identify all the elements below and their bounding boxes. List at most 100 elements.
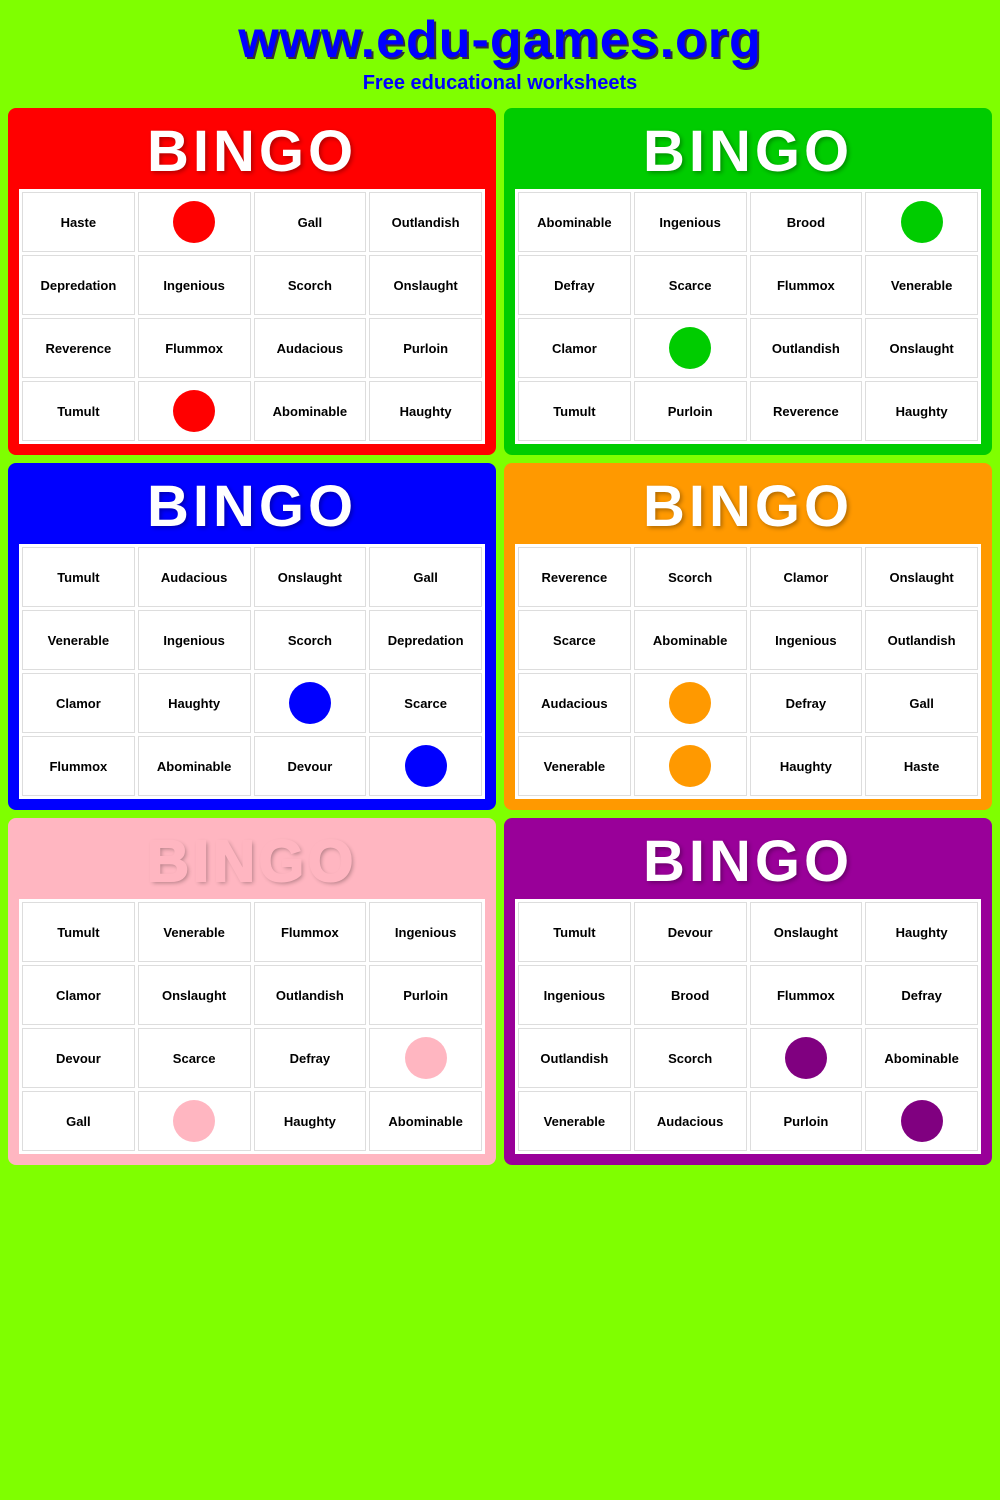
bingo-cell-3-12: Scarce xyxy=(369,673,482,733)
bingo-cell-1-7: Scorch xyxy=(254,255,367,315)
circle-5-14 xyxy=(173,1100,215,1142)
site-url: www.edu-games.org xyxy=(0,10,1000,70)
bingo-title-6: BINGO xyxy=(515,829,981,895)
bingo-cell-4-13: Venerable xyxy=(518,736,631,796)
bingo-cell-4-7: Ingenious xyxy=(750,610,863,670)
bingo-cell-2-7: Flummox xyxy=(750,255,863,315)
circle-3-11 xyxy=(289,682,331,724)
bingo-cell-2-12: Onslaught xyxy=(865,318,978,378)
bingo-cell-1-6: Ingenious xyxy=(138,255,251,315)
bingo-cell-3-3: Onslaught xyxy=(254,547,367,607)
circle-5-12 xyxy=(405,1037,447,1079)
bingo-grid-4: ReverenceScorchClamorOnslaughtScarceAbom… xyxy=(515,544,981,799)
bingo-cell-3-6: Ingenious xyxy=(138,610,251,670)
bingo-cell-2-8: Venerable xyxy=(865,255,978,315)
bingo-cell-4-9: Audacious xyxy=(518,673,631,733)
bingo-cell-5-2: Venerable xyxy=(138,902,251,962)
bingo-cell-1-12: Purloin xyxy=(369,318,482,378)
bingo-cell-1-11: Audacious xyxy=(254,318,367,378)
header: www.edu-games.org Free educational works… xyxy=(0,0,1000,100)
bingo-cell-4-6: Abominable xyxy=(634,610,747,670)
circle-6-11 xyxy=(785,1037,827,1079)
bingo-cell-3-10: Haughty xyxy=(138,673,251,733)
bingo-cell-1-1: Haste xyxy=(22,192,135,252)
bingo-card-5: BINGO TumultVenerableFlummoxIngenious Clam… xyxy=(8,818,496,1165)
bingo-cell-5-11: Defray xyxy=(254,1028,367,1088)
bingo-cell-5-1: Tumult xyxy=(22,902,135,962)
bingo-cell-3-16 xyxy=(369,736,482,796)
bingo-cell-4-16: Haste xyxy=(865,736,978,796)
bingo-card-3: BINGOTumultAudaciousOnslaughtGallVenerab… xyxy=(8,463,496,810)
bingo-cell-5-4: Ingenious xyxy=(369,902,482,962)
bingo-cell-1-16: Haughty xyxy=(369,381,482,441)
circle-1-14 xyxy=(173,390,215,432)
bingo-cell-1-4: Outlandish xyxy=(369,192,482,252)
bingo-cell-2-3: Brood xyxy=(750,192,863,252)
bingo-cell-6-1: Tumult xyxy=(518,902,631,962)
bingo-cell-3-15: Devour xyxy=(254,736,367,796)
circle-2-10 xyxy=(669,327,711,369)
bingo-cell-2-15: Reverence xyxy=(750,381,863,441)
bingo-cell-3-7: Scorch xyxy=(254,610,367,670)
bingo-cell-1-8: Onslaught xyxy=(369,255,482,315)
bingo-cell-3-5: Venerable xyxy=(22,610,135,670)
bingo-cell-6-14: Audacious xyxy=(634,1091,747,1151)
bingo-cell-4-1: Reverence xyxy=(518,547,631,607)
circle-4-14 xyxy=(669,745,711,787)
bingo-cell-4-4: Onslaught xyxy=(865,547,978,607)
bingo-cell-2-10 xyxy=(634,318,747,378)
bingo-cell-2-4 xyxy=(865,192,978,252)
bingo-card-1: BINGOHasteGallOutlandishDepredationIngen… xyxy=(8,108,496,455)
bingo-cell-6-13: Venerable xyxy=(518,1091,631,1151)
bingo-cell-4-2: Scorch xyxy=(634,547,747,607)
bingo-cell-6-6: Brood xyxy=(634,965,747,1025)
bingo-cell-5-9: Devour xyxy=(22,1028,135,1088)
bingo-cell-1-2 xyxy=(138,192,251,252)
bingo-cell-2-9: Clamor xyxy=(518,318,631,378)
bingo-title-5: BINGO xyxy=(19,829,485,895)
bingo-cell-1-15: Abominable xyxy=(254,381,367,441)
bingo-cell-3-11 xyxy=(254,673,367,733)
subtitle: Free educational worksheets xyxy=(0,72,1000,95)
bingo-cell-4-8: Outlandish xyxy=(865,610,978,670)
bingo-cell-5-13: Gall xyxy=(22,1091,135,1151)
bingo-cell-4-10 xyxy=(634,673,747,733)
bingo-cell-3-9: Clamor xyxy=(22,673,135,733)
bingo-cell-5-15: Haughty xyxy=(254,1091,367,1151)
bingo-cell-1-9: Reverence xyxy=(22,318,135,378)
bingo-cell-2-14: Purloin xyxy=(634,381,747,441)
bingo-cell-5-7: Outlandish xyxy=(254,965,367,1025)
bingo-cell-3-13: Flummox xyxy=(22,736,135,796)
bingo-cell-2-5: Defray xyxy=(518,255,631,315)
bingo-cell-4-15: Haughty xyxy=(750,736,863,796)
bingo-cell-4-11: Defray xyxy=(750,673,863,733)
bingo-cell-6-7: Flummox xyxy=(750,965,863,1025)
bingo-cell-5-3: Flummox xyxy=(254,902,367,962)
bingo-cell-6-3: Onslaught xyxy=(750,902,863,962)
bingo-cell-6-9: Outlandish xyxy=(518,1028,631,1088)
bingo-cell-3-1: Tumult xyxy=(22,547,135,607)
bingo-cell-3-8: Depredation xyxy=(369,610,482,670)
bingo-cell-6-5: Ingenious xyxy=(518,965,631,1025)
bingo-cell-5-5: Clamor xyxy=(22,965,135,1025)
bingo-cell-2-16: Haughty xyxy=(865,381,978,441)
circle-6-16 xyxy=(901,1100,943,1142)
bingo-cell-2-11: Outlandish xyxy=(750,318,863,378)
bingo-title-4: BINGO xyxy=(515,474,981,540)
boards-container: BINGOHasteGallOutlandishDepredationIngen… xyxy=(0,100,1000,1173)
bingo-card-2: BINGOAbominableIngeniousBroodDefrayScarc… xyxy=(504,108,992,455)
bingo-grid-6: TumultDevourOnslaughtHaughtyIngeniousBro… xyxy=(515,899,981,1154)
bingo-cell-2-6: Scarce xyxy=(634,255,747,315)
bingo-cell-5-16: Abominable xyxy=(369,1091,482,1151)
circle-1-2 xyxy=(173,201,215,243)
bingo-grid-2: AbominableIngeniousBroodDefrayScarceFlum… xyxy=(515,189,981,444)
bingo-cell-6-8: Defray xyxy=(865,965,978,1025)
bingo-cell-5-14 xyxy=(138,1091,251,1151)
bingo-cell-6-4: Haughty xyxy=(865,902,978,962)
bingo-cell-1-5: Depredation xyxy=(22,255,135,315)
bingo-cell-3-4: Gall xyxy=(369,547,482,607)
bingo-cell-1-13: Tumult xyxy=(22,381,135,441)
bingo-cell-6-15: Purloin xyxy=(750,1091,863,1151)
bingo-cell-4-12: Gall xyxy=(865,673,978,733)
bingo-cell-4-5: Scarce xyxy=(518,610,631,670)
